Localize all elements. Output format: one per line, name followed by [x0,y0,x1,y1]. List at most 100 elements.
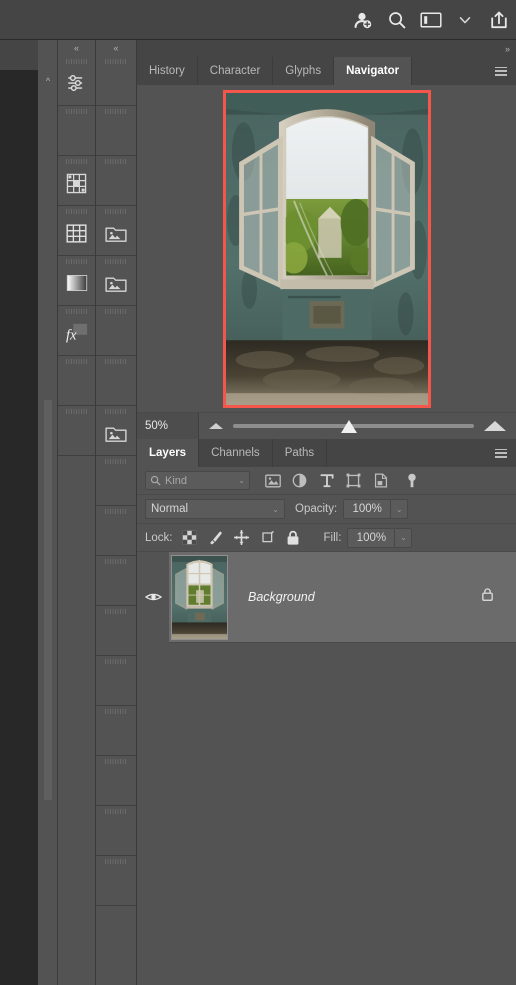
filter-adjustment-icon[interactable] [291,472,308,489]
lock-position-icon[interactable] [233,529,250,546]
dock-grip-handle[interactable] [65,359,88,364]
dock-grip-handle[interactable] [65,209,88,214]
tab-navigator[interactable]: Navigator [334,57,413,85]
layers-panel-tab-row: Layers Channels Paths [137,439,516,467]
layer-filter-row: Kind ⌄ [137,467,516,495]
zoom-slider[interactable] [233,413,474,440]
zoom-slider-knob[interactable] [341,419,358,433]
dock-grip-handle[interactable] [105,559,127,564]
dock-grip-handle[interactable] [105,59,127,64]
tab-layers[interactable]: Layers [137,439,200,467]
tab-channels[interactable]: Channels [199,439,273,467]
layers-panel-menu-button[interactable] [490,439,512,467]
layer-filter-toggle[interactable] [403,472,420,489]
dock-grip-handle[interactable] [65,59,88,64]
dock-collapse-icon-column-one[interactable]: « [58,40,95,56]
layer-row[interactable]: Background [137,551,516,643]
empty-dock-slot [96,806,136,856]
dock-grip-handle[interactable] [105,359,127,364]
dock-grip-handle[interactable] [105,859,127,864]
chevron-down-icon[interactable] [454,9,476,31]
lock-transparent-pixels-icon[interactable] [181,529,198,546]
dock-grip-handle[interactable] [105,209,127,214]
dock-grip-handle[interactable] [105,509,127,514]
dock-grip-handle[interactable] [65,259,88,264]
dock-grip-handle[interactable] [105,609,127,614]
top-panel-menu-button[interactable] [490,57,512,85]
empty-dock-slot [96,756,136,806]
dock-grip-handle[interactable] [105,659,127,664]
empty-dock-slot [96,456,136,506]
filter-type-icon[interactable] [318,472,335,489]
filter-shape-icon[interactable] [345,472,362,489]
eye-icon [144,593,162,601]
dock-grip-handle[interactable] [65,409,88,414]
layer-visibility-toggle[interactable] [137,551,169,643]
dock-grip-handle[interactable] [105,259,127,264]
libraries-icon-3[interactable] [96,406,136,456]
tab-paths[interactable]: Paths [272,439,328,467]
share-icon[interactable] [488,9,510,31]
dock-grip-handle[interactable] [105,159,127,164]
properties-icon[interactable] [58,156,95,206]
expand-panels-icon[interactable]: » [505,40,510,57]
layer-lock-icon[interactable] [481,587,494,607]
dock-grip-handle[interactable] [105,809,127,814]
dock-grip-handle[interactable] [105,459,127,464]
layer-name[interactable]: Background [248,590,315,604]
layer-filter-kind-select[interactable]: Kind ⌄ [145,471,250,490]
dock-grip-handle[interactable] [105,409,127,414]
tab-history[interactable]: History [137,57,198,85]
layers-panel: Layers Channels Paths Kind ⌄ Normal ⌄ Op… [137,439,516,968]
tab-glyphs[interactable]: Glyphs [273,57,335,85]
dock-grip-handle[interactable] [105,709,127,714]
gradients-icon[interactable] [64,270,90,296]
styles-icon[interactable]: fx [64,320,90,346]
layer-thumbnail[interactable] [171,554,228,640]
layer-filter-type-buttons [264,472,420,489]
filter-pixel-icon[interactable] [264,472,281,489]
properties-icon[interactable] [64,170,90,196]
libraries-icon[interactable] [96,206,136,256]
libraries-icon-3[interactable] [103,420,129,446]
lock-artboard-nesting-icon[interactable] [259,529,276,546]
libraries-icon[interactable] [103,220,129,246]
small-mountain-icon [209,423,223,429]
libraries-icon-2[interactable] [96,256,136,306]
tab-label: Channels [211,447,260,459]
fill-input[interactable]: 100% [347,527,396,548]
add-user-icon[interactable] [352,9,374,31]
dock-grip-handle[interactable] [105,759,127,764]
swatches-icon[interactable] [58,206,95,256]
dock-grip-handle[interactable] [65,159,88,164]
adjustments-icon[interactable] [64,70,90,96]
tab-label: History [149,65,185,77]
opacity-input[interactable]: 100% [343,499,392,519]
styles-icon[interactable]: fx [58,306,95,356]
swatches-icon[interactable] [64,220,90,246]
workspace-icon[interactable] [420,9,442,31]
zoom-out-button[interactable] [199,423,233,429]
chevron-down-icon: ⌄ [272,504,279,514]
dock-grip-handle[interactable] [65,109,88,114]
tab-character[interactable]: Character [197,57,274,85]
search-icon[interactable] [386,9,408,31]
navigator-thumbnail[interactable] [222,90,431,408]
vertical-scrollbar-thumb[interactable] [44,400,52,800]
filter-smart-object-icon[interactable] [372,472,389,489]
adjustments-icon[interactable] [58,56,95,106]
fill-stepper-icon[interactable]: ⌄ [395,527,413,548]
gutter-collapse-chevron-icon[interactable]: ^ [38,72,58,90]
zoom-in-button[interactable] [474,421,516,431]
lock-all-icon[interactable] [285,529,302,546]
dock-grip-handle[interactable] [105,309,127,314]
dock-collapse-icon-column-two[interactable]: « [96,40,136,56]
dock-grip-handle[interactable] [65,309,88,314]
lock-image-pixels-icon[interactable] [207,529,224,546]
blend-mode-select[interactable]: Normal ⌄ [145,499,285,519]
zoom-level-field[interactable]: 50% [137,412,199,440]
libraries-icon-2[interactable] [103,270,129,296]
gradients-icon[interactable] [58,256,95,306]
opacity-stepper-icon[interactable]: ⌄ [391,499,409,519]
dock-grip-handle[interactable] [105,109,127,114]
